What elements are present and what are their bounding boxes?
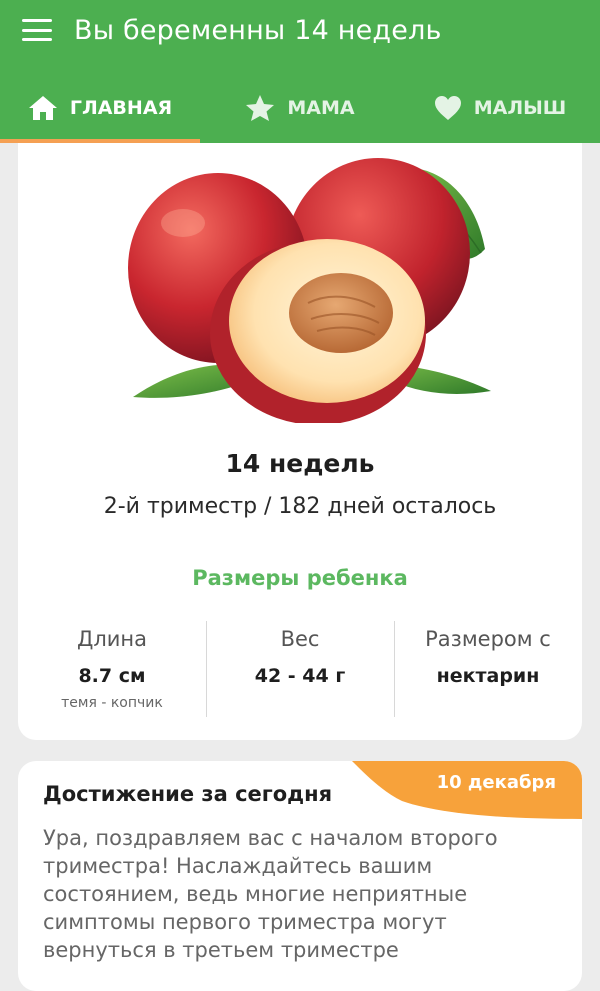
week-card: 14 недель 2-й триместр / 182 дней остало…	[18, 143, 582, 740]
stat-weight-label: Вес	[280, 627, 320, 651]
stat-length-label: Длина	[76, 627, 148, 651]
baby-sizes-heading: Размеры ребенка	[192, 566, 408, 590]
achievement-card[interactable]: 10 декабря Достижение за сегодня Ура, по…	[18, 761, 582, 991]
stat-size-like: Размером с нектарин	[394, 621, 582, 717]
stat-weight: Вес 42 - 44 г	[206, 621, 394, 717]
nectarine-illustration	[128, 158, 491, 423]
stat-weight-value: 42 - 44 г	[254, 665, 346, 687]
stat-size-like-value: нектарин	[436, 665, 540, 687]
weeks-title: 14 недель	[225, 449, 375, 478]
tab-main-label: ГЛАВНАЯ	[69, 96, 173, 119]
tab-baby-label: МАЛЫШ	[473, 96, 567, 119]
toolbar: Вы беременны 14 недель	[0, 0, 600, 60]
tab-main[interactable]: ГЛАВНАЯ	[0, 72, 200, 143]
stat-length: Длина 8.7 см темя - копчик	[18, 621, 206, 717]
tab-bar: ГЛАВНАЯ МАМА МАЛЫШ	[0, 72, 600, 143]
heart-icon	[434, 95, 462, 121]
achievement-text: Ура, поздравляем вас с началом второго т…	[43, 826, 498, 962]
achievement-title: Достижение за сегодня	[43, 782, 333, 806]
achievement-date: 10 декабря	[436, 772, 556, 793]
app-title: Вы беременны 14 недель	[74, 14, 442, 46]
stat-length-sub: темя - копчик	[61, 695, 163, 711]
star-icon	[245, 94, 275, 122]
tab-mom[interactable]: МАМА	[200, 72, 400, 143]
hamburger-menu-icon[interactable]	[22, 19, 52, 41]
tab-baby[interactable]: МАЛЫШ	[400, 72, 600, 143]
trimester-info: 2-й триместр / 182 дней осталось	[103, 494, 497, 519]
baby-stats: Длина 8.7 см темя - копчик Вес 42 - 44 г…	[18, 621, 582, 717]
stat-size-like-label: Размером с	[425, 627, 551, 651]
home-icon	[28, 94, 58, 122]
stat-length-value: 8.7 см	[78, 665, 146, 687]
tab-mom-label: МАМА	[287, 96, 355, 119]
app-header: Вы беременны 14 недель ГЛАВНАЯ МАМА МАЛЫ…	[0, 0, 600, 143]
